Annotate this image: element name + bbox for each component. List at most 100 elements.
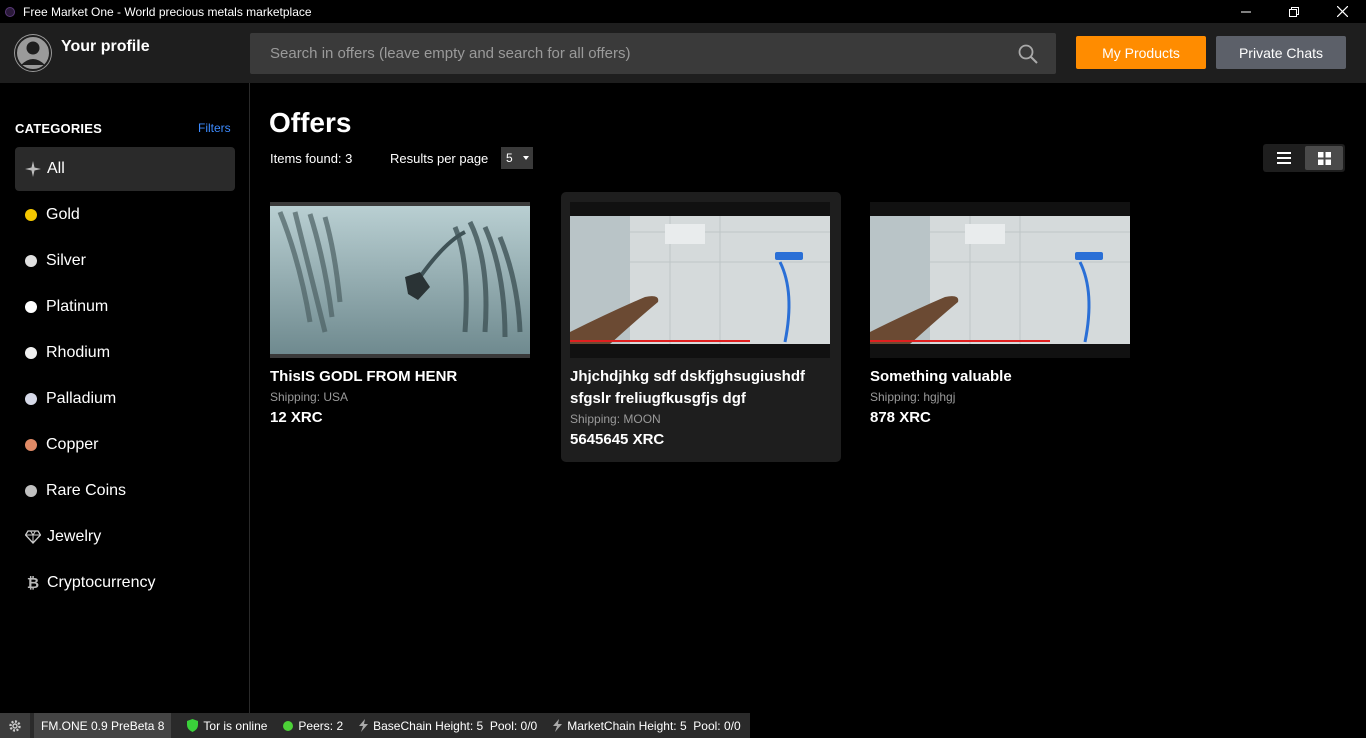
shield-icon [187,719,199,732]
items-found-count: Items found: 3 [270,151,353,166]
avatar[interactable] [14,34,52,72]
sidebar: CATEGORIES Filters All Gold Silver Plati… [0,83,250,713]
offer-price: 878 XRC [870,409,931,426]
category-item-all[interactable]: All [15,147,235,191]
results-per-page-select[interactable]: 5 [501,147,533,169]
grid-view-button[interactable] [1305,146,1343,170]
app-logo-icon [5,6,15,17]
offer-title[interactable]: ThisIS GODL FROM HENR [270,366,532,388]
tor-status: Tor is online [187,719,267,733]
offer-image [870,202,1130,358]
category-item-copper[interactable]: Copper [15,423,235,467]
offer-shipping: Shipping: MOON [570,412,661,426]
category-label: Copper [46,436,99,453]
lightning-icon [359,719,369,732]
categories-heading: CATEGORIES [15,121,102,136]
offers-grid: ThisIS GODL FROM HENR Shipping: USA 12 X… [261,192,1141,462]
results-per-page-label: Results per page [390,151,489,166]
platinum-dot-icon [25,301,37,313]
marketchain-status-label: MarketChain Height: 5 Pool: 0/0 [567,718,741,733]
category-item-rhodium[interactable]: Rhodium [15,331,235,375]
offer-image [270,202,530,358]
minimize-button[interactable] [1222,0,1270,23]
category-label: Gold [46,206,80,223]
category-label: All [47,160,65,177]
restore-button[interactable] [1270,0,1318,23]
offer-card[interactable]: Jhjchdjhkg sdf dskfjghsugiushdf sfgslr f… [561,192,841,462]
chevron-down-icon [523,156,529,160]
offer-image [570,202,830,358]
window-controls [1222,0,1366,23]
peers-status-label: Peers: 2 [298,718,344,733]
offers-panel: Offers Items found: 3 Results per page 5 [251,83,1366,713]
profile-link[interactable]: Your profile [61,38,150,56]
sparkle-icon [25,161,41,177]
category-label: Rhodium [46,344,111,361]
category-item-silver[interactable]: Silver [15,239,235,283]
tor-status-label: Tor is online [203,718,268,733]
minimize-icon [1241,11,1251,12]
diamond-icon [25,529,41,545]
offer-card[interactable]: Something valuable Shipping: hgjhgj 878 … [861,192,1141,462]
close-button[interactable] [1318,0,1366,23]
title-bar: Free Market One - World precious metals … [0,0,1366,23]
search-input[interactable] [250,33,1010,74]
category-label: Platinum [46,298,109,315]
grid-icon [1317,151,1331,165]
category-list: All Gold Silver Platinum Rhodium Palladi… [15,147,235,607]
restore-icon [1289,6,1299,17]
peers-status: Peers: 2 [283,719,343,733]
category-item-cryptocurrency[interactable]: ₿ Cryptocurrency [15,561,235,605]
window-title: Free Market One - World precious metals … [23,4,312,19]
rhodium-dot-icon [25,347,37,359]
private-chats-button[interactable]: Private Chats [1216,36,1346,69]
green-dot-icon [283,720,294,731]
results-per-page-value: 5 [506,151,513,165]
filters-link[interactable]: Filters [198,121,231,135]
category-label: Jewelry [47,528,102,545]
category-item-platinum[interactable]: Platinum [15,285,235,329]
app-header: Your profile My Products Private Chats [0,23,1366,83]
offer-price: 12 XRC [270,409,323,426]
gear-icon [9,719,21,732]
version-badge: FM.ONE 0.9 PreBeta 8 [34,713,172,738]
offer-title[interactable]: Jhjchdjhkg sdf dskfjghsugiushdf sfgslr f… [570,366,832,410]
category-item-gold[interactable]: Gold [15,193,235,237]
search-bar [250,33,1056,74]
offer-price: 5645645 XRC [570,431,665,448]
offer-shipping: Shipping: USA [270,390,349,404]
offer-card[interactable]: ThisIS GODL FROM HENR Shipping: USA 12 X… [261,192,541,462]
search-icon[interactable] [1018,44,1038,64]
gold-dot-icon [25,209,37,221]
offer-thumbnail[interactable] [570,202,830,358]
view-toggle [1263,144,1345,172]
category-item-jewelry[interactable]: Jewelry [15,515,235,559]
list-view-button[interactable] [1265,146,1303,170]
basechain-status: BaseChain Height: 5 Pool: 0/0 [359,719,537,733]
category-label: Cryptocurrency [47,574,156,591]
category-item-palladium[interactable]: Palladium [15,377,235,421]
copper-dot-icon [25,439,37,451]
rare-coins-dot-icon [25,485,37,497]
category-label: Palladium [46,390,117,407]
lightning-icon [553,719,563,732]
category-label: Silver [46,252,87,269]
status-bar: FM.ONE 0.9 PreBeta 8 Tor is online Peers… [0,713,750,738]
offer-thumbnail[interactable] [870,202,1130,358]
basechain-status-label: BaseChain Height: 5 Pool: 0/0 [373,718,538,733]
silver-dot-icon [25,255,37,267]
settings-button[interactable] [0,713,30,738]
page-title: Offers [269,107,352,138]
my-products-button[interactable]: My Products [1076,36,1206,69]
category-label: Rare Coins [46,482,127,499]
marketchain-status: MarketChain Height: 5 Pool: 0/0 [553,718,741,733]
offer-shipping: Shipping: hgjhgj [870,390,956,404]
offer-title[interactable]: Something valuable [870,366,1132,388]
user-icon [15,35,51,71]
palladium-dot-icon [25,393,37,405]
close-icon [1336,6,1348,17]
offer-thumbnail[interactable] [270,202,530,358]
bitcoin-icon: ₿ [26,574,40,592]
list-icon [1277,152,1291,164]
category-item-rare-coins[interactable]: Rare Coins [15,469,235,513]
